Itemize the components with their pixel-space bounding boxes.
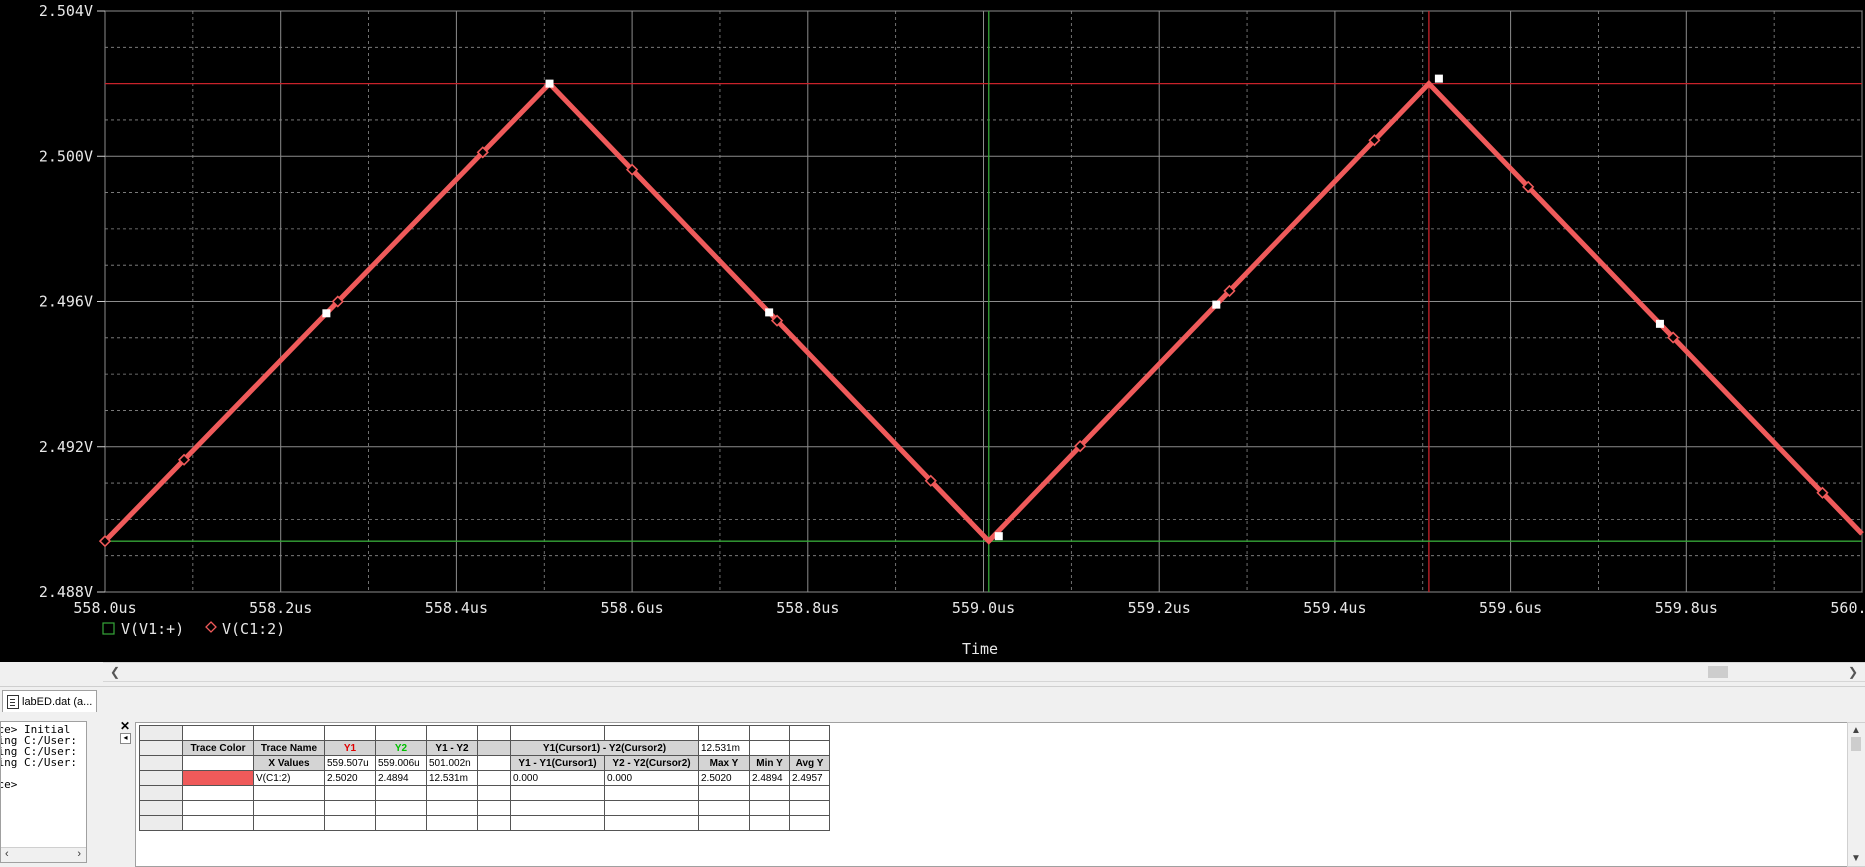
collapse-icon[interactable]: ◂ — [120, 733, 131, 744]
header-y1-minus-y2: Y1 - Y2 — [426, 740, 478, 756]
y2-cursor2-value: 0.000 — [604, 770, 699, 786]
min-y-value: 2.4894 — [749, 770, 790, 786]
x-value-y2[interactable]: 559.006u — [375, 755, 427, 771]
x-value-diff: 501.002n — [426, 755, 478, 771]
y1-cursor1-value: 0.000 — [510, 770, 605, 786]
x-value-y1[interactable]: 559.507u — [324, 755, 376, 771]
x-axis-ticks: 558.0us 558.2us 558.4us 558.6us 558.8us 559.0… — [73, 599, 1865, 617]
header-trace-color: Trace Color — [182, 740, 254, 756]
console-scroll-left-icon[interactable]: ‹ — [5, 848, 9, 860]
square-marker — [1212, 300, 1221, 309]
legend-square-icon — [102, 622, 115, 635]
document-tab-bar: labED.dat (a... — [0, 686, 1865, 714]
x-axis-label: Time — [962, 640, 998, 658]
y1-value: 2.5020 — [324, 770, 376, 786]
square-marker — [322, 309, 331, 318]
table-row: X Values 559.507u 559.006u 501.002n Y1 -… — [139, 755, 830, 771]
tab-label: labED.dat (a... — [22, 695, 93, 708]
scroll-up-icon[interactable]: ▲ — [1851, 725, 1861, 736]
scroll-thumb-vertical[interactable] — [1851, 737, 1861, 751]
scroll-right-icon[interactable]: ❯ — [1845, 664, 1861, 680]
legend-label-v1[interactable]: V(V1:+) — [121, 620, 184, 638]
y-tick-label: 2.504V — [39, 2, 93, 20]
header-cursor-diff: Y1(Cursor1) - Y2(Cursor2) — [510, 740, 699, 756]
probe-plot-window[interactable]: 2.504V 2.500V 2.496V 2.492V 2.488V 558.0us 55… — [0, 0, 1865, 662]
tab-labed-dat[interactable]: labED.dat (a... — [2, 690, 98, 712]
y-tick-label: 2.496V — [39, 293, 93, 311]
plot-legend[interactable]: V(V1:+) V(C1:2) — [102, 620, 285, 638]
trace-name-cell[interactable]: V(C1:2) — [253, 770, 325, 786]
document-icon — [7, 694, 19, 709]
header-y2-cursor2: Y2 - Y2(Cursor2) — [604, 755, 699, 771]
table-row — [139, 800, 830, 816]
max-y-value: 2.5020 — [698, 770, 750, 786]
marker-layer — [98, 74, 1829, 548]
x-tick-label: 558.0us — [73, 599, 136, 617]
y-tick-label: 2.492V — [39, 438, 93, 456]
x-tick-label: 559.0us — [952, 599, 1015, 617]
scroll-left-icon[interactable]: ❮ — [107, 664, 123, 680]
console-scrollbar[interactable]: ‹ › — [1, 847, 86, 862]
x-tick-label: 558.8us — [776, 599, 839, 617]
y-axis-ticks: 2.504V2.500V2.496V2.492V2.488V — [39, 2, 105, 601]
y-tick-label: 2.500V — [39, 147, 93, 165]
scroll-down-icon[interactable]: ▼ — [1851, 853, 1861, 864]
table-row — [139, 785, 830, 801]
close-icon[interactable]: ✕ — [120, 719, 130, 733]
x-tick-label: 559.2us — [1128, 599, 1191, 617]
header-avg-y: Avg Y — [789, 755, 830, 771]
table-row[interactable]: V(C1:2) 2.5020 2.4894 12.531m 0.000 0.00… — [139, 770, 830, 786]
console-scroll-right-icon[interactable]: › — [77, 848, 81, 860]
header-trace-name: Trace Name — [253, 740, 325, 756]
y1-minus-y2-value: 12.531m — [426, 770, 478, 786]
scroll-thumb[interactable] — [1708, 666, 1728, 678]
header-y1-cursor1: Y1 - Y1(Cursor1) — [510, 755, 605, 771]
table-row: Trace Color Trace Name Y1 Y2 Y1 - Y2 Y1(… — [139, 740, 830, 756]
legend-diamond-icon — [205, 621, 217, 633]
panel-controls: ✕ ◂ — [119, 719, 131, 751]
avg-y-value: 2.4957 — [789, 770, 830, 786]
legend-label-c1[interactable]: V(C1:2) — [222, 620, 285, 638]
probe-cursor-table[interactable]: Trace Color Trace Name Y1 Y2 Y1 - Y2 Y1(… — [139, 725, 830, 831]
square-marker — [1655, 319, 1664, 328]
measurement-vertical-scrollbar[interactable]: ▲ ▼ — [1847, 722, 1865, 867]
square-marker — [545, 79, 554, 88]
trace-color-swatch[interactable] — [182, 770, 254, 786]
table-row — [139, 725, 830, 741]
x-tick-label: 558.6us — [600, 599, 663, 617]
x-tick-label: 559.8us — [1655, 599, 1718, 617]
plot-horizontal-scrollbar[interactable]: ❮ ❯ — [103, 662, 1865, 682]
square-marker — [1434, 74, 1443, 83]
x-tick-label: 559.6us — [1479, 599, 1542, 617]
x-tick-label: 558.2us — [249, 599, 312, 617]
cursor-diff-value: 12.531m — [698, 740, 750, 756]
header-y2: Y2 — [375, 740, 427, 756]
square-marker — [994, 532, 1003, 541]
bottom-panel: PSpice> Initial Loading C:/User: Loading… — [0, 713, 1865, 867]
x-tick-label: 560.0us — [1830, 599, 1865, 617]
header-min-y: Min Y — [749, 755, 790, 771]
plot-grid — [104, 10, 1863, 593]
console-text: PSpice> Initial Loading C:/User: Loading… — [1, 723, 77, 791]
x-tick-label: 558.4us — [425, 599, 488, 617]
x-tick-label: 559.4us — [1303, 599, 1366, 617]
row-x-values-label: X Values — [253, 755, 325, 771]
header-max-y: Max Y — [698, 755, 750, 771]
waveform-plot[interactable]: 2.504V2.500V2.496V2.492V2.488V 558.0us 55… — [0, 0, 1865, 662]
console-output[interactable]: PSpice> Initial Loading C:/User: Loading… — [0, 721, 87, 863]
square-marker — [765, 308, 774, 317]
table-row — [139, 815, 830, 831]
header-y1: Y1 — [324, 740, 376, 756]
y2-value: 2.4894 — [375, 770, 427, 786]
